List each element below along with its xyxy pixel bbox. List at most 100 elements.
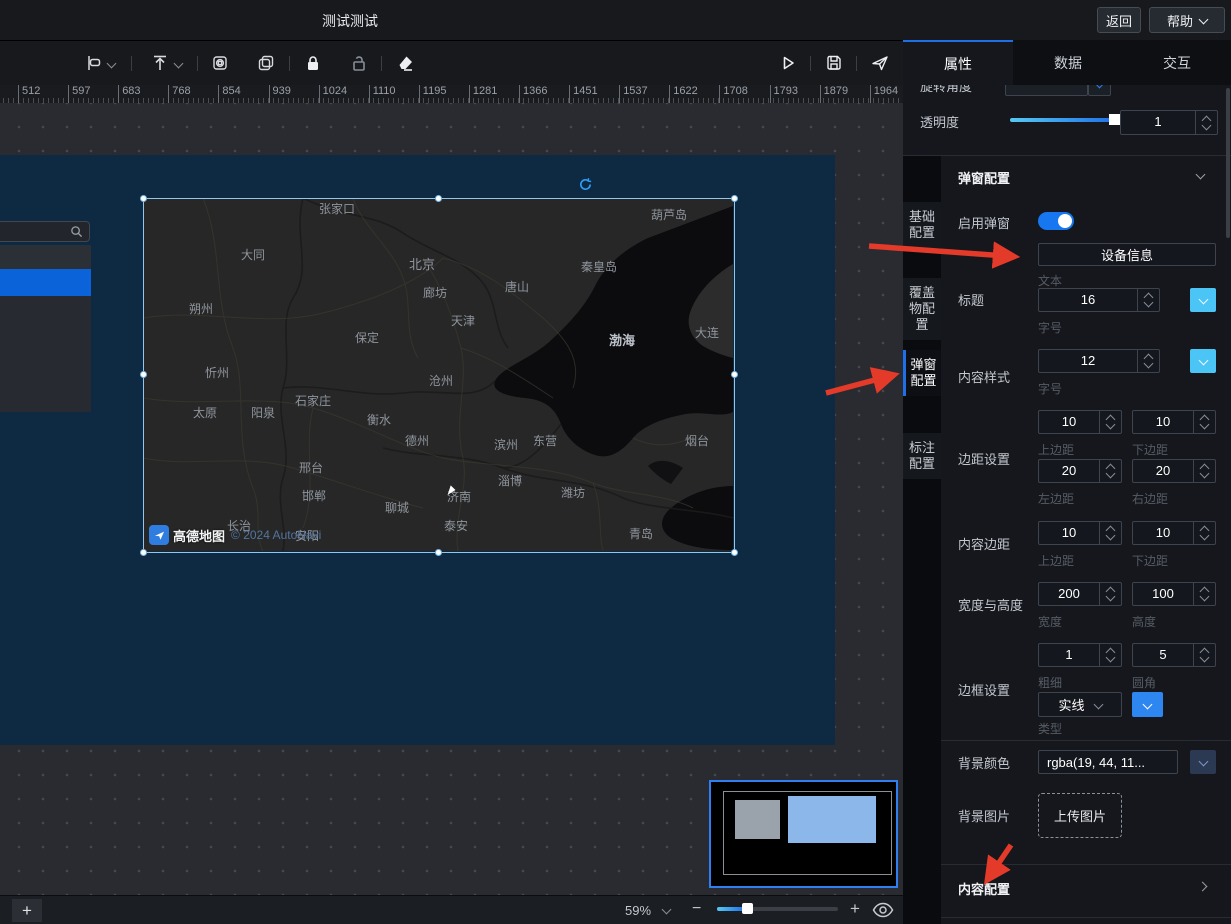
value: 200 [1039, 583, 1099, 605]
tab-data[interactable]: 数据 [1013, 40, 1123, 85]
rotate-select-chevron[interactable] [1088, 85, 1111, 96]
tab-basic-config[interactable]: 基础配置 [903, 202, 941, 248]
margin-bottom-input[interactable]: 10 [1132, 410, 1216, 434]
group-icon[interactable] [210, 53, 230, 73]
list-item-selected[interactable] [0, 269, 91, 296]
font-size-hint: 字号 [1038, 319, 1062, 336]
move-dropdown-icon[interactable] [174, 59, 184, 69]
content-margin-top-input[interactable]: 10 [1038, 521, 1122, 545]
expand-section-icon[interactable] [1198, 882, 1208, 892]
stepper[interactable] [1137, 350, 1159, 372]
map-component[interactable]: 张家口大同北京葫芦岛秦皇岛唐山廊坊天津渤海大连朔州保定忻州石家庄太原阳泉衡水德州… [143, 198, 733, 551]
help-button[interactable]: 帮助 [1149, 7, 1225, 33]
config-category-tabs: 基础配置 覆盖物配置 弹窗配置 标注配置 [903, 156, 941, 924]
stepper[interactable] [1193, 460, 1215, 482]
stepper[interactable] [1193, 522, 1215, 544]
move-to-top-icon[interactable] [150, 53, 170, 73]
border-type-select[interactable]: 实线 [1038, 692, 1122, 717]
ruler-tick-label: 1537 [619, 85, 647, 103]
toolbar-separator [131, 56, 132, 71]
publish-send-icon[interactable] [870, 53, 890, 73]
zoom-percent[interactable]: 59% [625, 903, 651, 918]
map-city-label: 张家口 [319, 200, 355, 217]
content-margin-label: 内容边距 [958, 534, 1010, 553]
ruler-tick-label: 683 [118, 85, 140, 103]
back-button[interactable]: 返回 [1097, 7, 1141, 33]
bg-color-picker-button[interactable] [1190, 750, 1216, 774]
eraser-icon[interactable] [395, 53, 415, 73]
copy-icon[interactable] [256, 53, 276, 73]
zoom-in-button[interactable]: + [850, 899, 860, 919]
enable-popup-toggle[interactable] [1038, 212, 1074, 230]
opacity-input[interactable]: 1 [1120, 110, 1218, 135]
margin-top-input[interactable]: 10 [1038, 410, 1122, 434]
margin-right-input[interactable]: 20 [1132, 459, 1216, 483]
preview-play-icon[interactable] [778, 53, 798, 73]
title-color-picker-button[interactable] [1190, 288, 1216, 312]
value: 20 [1133, 460, 1193, 482]
upload-button-label: 上传图片 [1054, 806, 1106, 825]
map-city-label: 北京 [409, 254, 435, 273]
amap-badge-icon [149, 525, 169, 545]
stepper[interactable] [1137, 289, 1159, 311]
stepper[interactable] [1099, 522, 1121, 544]
tab-interaction[interactable]: 交互 [1123, 40, 1231, 85]
list-item[interactable] [0, 245, 91, 269]
minimap[interactable] [709, 780, 898, 888]
opacity-slider-handle[interactable] [1109, 114, 1120, 125]
popup-title-input[interactable] [1038, 243, 1216, 266]
rotate-angle-select[interactable] [1005, 85, 1088, 96]
ruler-tick-label: 1366 [519, 85, 547, 103]
tab-overlay-config[interactable]: 覆盖物配置 [903, 278, 941, 340]
tab-annotation-config[interactable]: 标注配置 [903, 433, 941, 479]
component-list-panel[interactable] [0, 245, 91, 412]
margin-right-hint: 右边距 [1132, 490, 1168, 507]
zoom-out-button[interactable]: − [692, 900, 701, 918]
stepper[interactable] [1099, 583, 1121, 605]
content-margin-bottom-input[interactable]: 10 [1132, 521, 1216, 545]
ruler-tick-label: 854 [218, 85, 240, 103]
unlock-icon[interactable] [349, 53, 369, 73]
popup-width-input[interactable]: 200 [1038, 582, 1122, 606]
stepper[interactable] [1193, 644, 1215, 666]
canvas-area[interactable]: 张家口大同北京葫芦岛秦皇岛唐山廊坊天津渤海大连朔州保定忻州石家庄太原阳泉衡水德州… [0, 103, 903, 895]
zoom-slider-handle[interactable] [742, 903, 753, 914]
upload-image-button[interactable]: 上传图片 [1038, 793, 1122, 838]
margin-left-input[interactable]: 20 [1038, 459, 1122, 483]
preview-eye-icon[interactable] [872, 902, 894, 923]
bg-color-input[interactable] [1038, 750, 1178, 774]
border-radius-input[interactable]: 5 [1132, 643, 1216, 667]
align-icon[interactable] [85, 53, 105, 73]
border-width-input[interactable]: 1 [1038, 643, 1122, 667]
save-icon[interactable] [824, 53, 844, 73]
tab-properties[interactable]: 属性 [903, 40, 1013, 85]
search-input[interactable] [0, 221, 90, 242]
stepper[interactable] [1099, 644, 1121, 666]
rotate-angle-label: 旋转角度 [920, 85, 972, 95]
panel-scrollbar[interactable] [1226, 88, 1230, 238]
enable-popup-label: 启用弹窗 [958, 213, 1010, 232]
title-font-size-input[interactable]: 16 [1038, 288, 1160, 312]
content-color-picker-button[interactable] [1190, 349, 1216, 373]
map-city-label: 天津 [451, 312, 475, 329]
zoom-dropdown-icon[interactable] [662, 905, 672, 915]
content-font-size-input[interactable]: 12 [1038, 349, 1160, 373]
map-city-label: 阳泉 [251, 404, 275, 421]
stepper[interactable] [1099, 460, 1121, 482]
popup-height-input[interactable]: 100 [1132, 582, 1216, 606]
stepper[interactable] [1099, 411, 1121, 433]
stepper[interactable] [1193, 583, 1215, 605]
ruler-tick-label: 1281 [469, 85, 497, 103]
stepper[interactable] [1193, 411, 1215, 433]
tab-popup-config[interactable]: 弹窗配置 [903, 350, 941, 396]
add-page-button[interactable]: + [12, 899, 42, 922]
border-color-picker-button[interactable] [1132, 692, 1163, 717]
zoom-slider[interactable] [717, 907, 838, 911]
rotate-handle-icon[interactable] [578, 177, 593, 196]
amap-logo-text: 高德地图 [173, 526, 225, 545]
opacity-stepper[interactable] [1195, 111, 1217, 134]
collapse-section-icon[interactable] [1196, 170, 1206, 180]
opacity-slider[interactable] [1010, 118, 1115, 122]
lock-icon[interactable] [303, 53, 323, 73]
align-dropdown-icon[interactable] [107, 59, 117, 69]
